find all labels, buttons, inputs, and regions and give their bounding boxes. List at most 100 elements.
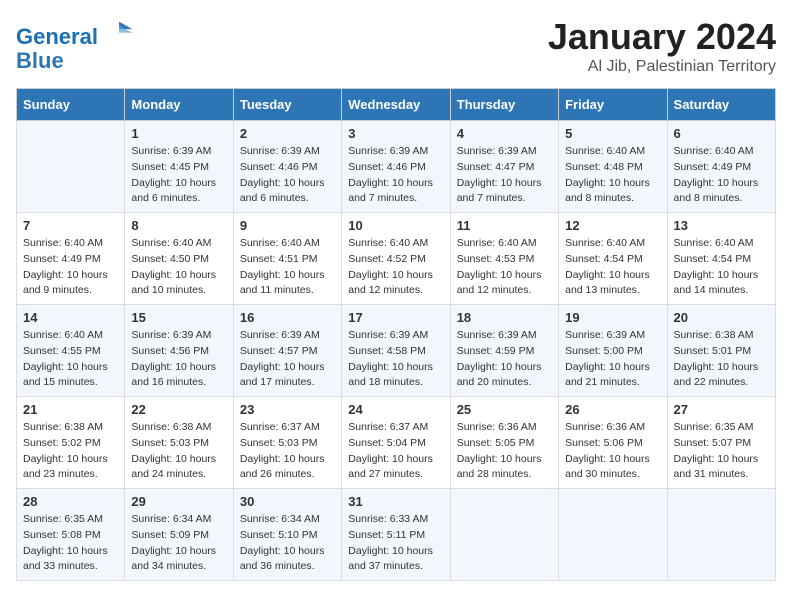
day-number: 18 <box>457 310 552 325</box>
day-info: Sunrise: 6:39 AMSunset: 4:58 PMDaylight:… <box>348 328 443 391</box>
calendar-week-row: 7 Sunrise: 6:40 AMSunset: 4:49 PMDaylight… <box>17 213 776 305</box>
calendar-cell <box>667 489 775 581</box>
calendar-cell: 21Sunrise: 6:38 AMSunset: 5:02 PMDayligh… <box>17 397 125 489</box>
location-title: Al Jib, Palestinian Territory <box>548 58 776 76</box>
day-info: Sunrise: 6:40 AMSunset: 4:51 PMDaylight:… <box>240 236 335 299</box>
calendar-cell: 27 Sunrise: 6:35 AMSunset: 5:07 PMDayligh… <box>667 397 775 489</box>
day-info: Sunrise: 6:38 AMSunset: 5:03 PMDaylight:… <box>131 420 226 483</box>
calendar-cell: 16 Sunrise: 6:39 AMSunset: 4:57 PMDayligh… <box>233 305 341 397</box>
day-info: Sunrise: 6:40 AMSunset: 4:49 PMDaylight:… <box>674 144 769 207</box>
day-info: Sunrise: 6:35 AMSunset: 5:07 PMDaylight:… <box>674 420 769 483</box>
day-info: Sunrise: 6:40 AMSunset: 4:49 PMDaylight:… <box>23 236 118 299</box>
day-number: 24 <box>348 402 443 417</box>
calendar-cell: 15 Sunrise: 6:39 AMSunset: 4:56 PMDayligh… <box>125 305 233 397</box>
day-info: Sunrise: 6:38 AMSunset: 5:01 PMDaylight:… <box>674 328 769 391</box>
day-number: 12 <box>565 218 660 233</box>
calendar-cell: 2 Sunrise: 6:39 AMSunset: 4:46 PMDaylight… <box>233 121 341 213</box>
calendar-cell: 22 Sunrise: 6:38 AMSunset: 5:03 PMDayligh… <box>125 397 233 489</box>
calendar-week-row: 21Sunrise: 6:38 AMSunset: 5:02 PMDayligh… <box>17 397 776 489</box>
header-monday: Monday <box>125 89 233 121</box>
day-info: Sunrise: 6:40 AMSunset: 4:53 PMDaylight:… <box>457 236 552 299</box>
calendar-cell: 18 Sunrise: 6:39 AMSunset: 4:59 PMDayligh… <box>450 305 558 397</box>
day-info: Sunrise: 6:39 AMSunset: 4:46 PMDaylight:… <box>240 144 335 207</box>
calendar-cell: 1Sunrise: 6:39 AMSunset: 4:45 PMDaylight… <box>125 121 233 213</box>
day-info: Sunrise: 6:39 AMSunset: 4:46 PMDaylight:… <box>348 144 443 207</box>
calendar-cell: 8 Sunrise: 6:40 AMSunset: 4:50 PMDaylight… <box>125 213 233 305</box>
day-number: 11 <box>457 218 552 233</box>
calendar-week-row: 28 Sunrise: 6:35 AMSunset: 5:08 PMDayligh… <box>17 489 776 581</box>
day-number: 20 <box>674 310 769 325</box>
calendar-cell: 9 Sunrise: 6:40 AMSunset: 4:51 PMDaylight… <box>233 213 341 305</box>
calendar-cell: 30 Sunrise: 6:34 AMSunset: 5:10 PMDayligh… <box>233 489 341 581</box>
day-number: 14 <box>23 310 118 325</box>
day-number: 7 <box>23 218 118 233</box>
day-number: 2 <box>240 126 335 141</box>
page-header: General Blue January 2024 Al Jib, Palest… <box>16 16 776 76</box>
calendar-header-row: SundayMondayTuesdayWednesdayThursdayFrid… <box>17 89 776 121</box>
calendar-cell: 28 Sunrise: 6:35 AMSunset: 5:08 PMDayligh… <box>17 489 125 581</box>
logo-bird-icon <box>106 16 134 44</box>
day-info: Sunrise: 6:40 AMSunset: 4:50 PMDaylight:… <box>131 236 226 299</box>
day-info: Sunrise: 6:39 AMSunset: 4:57 PMDaylight:… <box>240 328 335 391</box>
logo: General Blue <box>16 16 134 73</box>
day-info: Sunrise: 6:39 AMSunset: 4:59 PMDaylight:… <box>457 328 552 391</box>
calendar-cell: 24Sunrise: 6:37 AMSunset: 5:04 PMDayligh… <box>342 397 450 489</box>
day-number: 27 <box>674 402 769 417</box>
day-number: 17 <box>348 310 443 325</box>
day-info: Sunrise: 6:33 AMSunset: 5:11 PMDaylight:… <box>348 512 443 575</box>
day-info: Sunrise: 6:36 AMSunset: 5:06 PMDaylight:… <box>565 420 660 483</box>
calendar-cell: 12Sunrise: 6:40 AMSunset: 4:54 PMDayligh… <box>559 213 667 305</box>
day-number: 25 <box>457 402 552 417</box>
day-info: Sunrise: 6:39 AMSunset: 4:56 PMDaylight:… <box>131 328 226 391</box>
calendar-cell: 14 Sunrise: 6:40 AMSunset: 4:55 PMDayligh… <box>17 305 125 397</box>
day-number: 31 <box>348 494 443 509</box>
calendar-cell: 19Sunrise: 6:39 AMSunset: 5:00 PMDayligh… <box>559 305 667 397</box>
day-number: 4 <box>457 126 552 141</box>
calendar-cell: 20 Sunrise: 6:38 AMSunset: 5:01 PMDayligh… <box>667 305 775 397</box>
day-info: Sunrise: 6:40 AMSunset: 4:48 PMDaylight:… <box>565 144 660 207</box>
header-saturday: Saturday <box>667 89 775 121</box>
calendar-cell: 11 Sunrise: 6:40 AMSunset: 4:53 PMDayligh… <box>450 213 558 305</box>
day-number: 13 <box>674 218 769 233</box>
calendar-cell: 5Sunrise: 6:40 AMSunset: 4:48 PMDaylight… <box>559 121 667 213</box>
day-number: 6 <box>674 126 769 141</box>
day-info: Sunrise: 6:40 AMSunset: 4:52 PMDaylight:… <box>348 236 443 299</box>
calendar-cell: 13 Sunrise: 6:40 AMSunset: 4:54 PMDayligh… <box>667 213 775 305</box>
day-number: 15 <box>131 310 226 325</box>
header-wednesday: Wednesday <box>342 89 450 121</box>
day-number: 23 <box>240 402 335 417</box>
calendar-week-row: 1Sunrise: 6:39 AMSunset: 4:45 PMDaylight… <box>17 121 776 213</box>
day-number: 1 <box>131 126 226 141</box>
day-info: Sunrise: 6:36 AMSunset: 5:05 PMDaylight:… <box>457 420 552 483</box>
day-info: Sunrise: 6:35 AMSunset: 5:08 PMDaylight:… <box>23 512 118 575</box>
calendar-cell <box>17 121 125 213</box>
logo-general: General <box>16 24 98 49</box>
calendar-cell: 7 Sunrise: 6:40 AMSunset: 4:49 PMDaylight… <box>17 213 125 305</box>
calendar-cell: 6 Sunrise: 6:40 AMSunset: 4:49 PMDaylight… <box>667 121 775 213</box>
day-number: 22 <box>131 402 226 417</box>
day-number: 30 <box>240 494 335 509</box>
day-info: Sunrise: 6:40 AMSunset: 4:55 PMDaylight:… <box>23 328 118 391</box>
day-number: 9 <box>240 218 335 233</box>
calendar-cell: 17 Sunrise: 6:39 AMSunset: 4:58 PMDayligh… <box>342 305 450 397</box>
calendar-cell: 4Sunrise: 6:39 AMSunset: 4:47 PMDaylight… <box>450 121 558 213</box>
day-info: Sunrise: 6:34 AMSunset: 5:09 PMDaylight:… <box>131 512 226 575</box>
calendar-week-row: 14 Sunrise: 6:40 AMSunset: 4:55 PMDayligh… <box>17 305 776 397</box>
calendar-cell: 25 Sunrise: 6:36 AMSunset: 5:05 PMDayligh… <box>450 397 558 489</box>
day-number: 19 <box>565 310 660 325</box>
day-number: 16 <box>240 310 335 325</box>
day-info: Sunrise: 6:34 AMSunset: 5:10 PMDaylight:… <box>240 512 335 575</box>
day-number: 8 <box>131 218 226 233</box>
day-number: 29 <box>131 494 226 509</box>
day-info: Sunrise: 6:40 AMSunset: 4:54 PMDaylight:… <box>674 236 769 299</box>
calendar-cell: 3 Sunrise: 6:39 AMSunset: 4:46 PMDaylight… <box>342 121 450 213</box>
calendar-cell <box>559 489 667 581</box>
calendar-table: SundayMondayTuesdayWednesdayThursdayFrid… <box>16 88 776 581</box>
calendar-cell: 23 Sunrise: 6:37 AMSunset: 5:03 PMDayligh… <box>233 397 341 489</box>
day-number: 3 <box>348 126 443 141</box>
calendar-cell: 29 Sunrise: 6:34 AMSunset: 5:09 PMDayligh… <box>125 489 233 581</box>
day-info: Sunrise: 6:37 AMSunset: 5:03 PMDaylight:… <box>240 420 335 483</box>
header-tuesday: Tuesday <box>233 89 341 121</box>
logo-blue: Blue <box>16 48 64 73</box>
day-number: 28 <box>23 494 118 509</box>
